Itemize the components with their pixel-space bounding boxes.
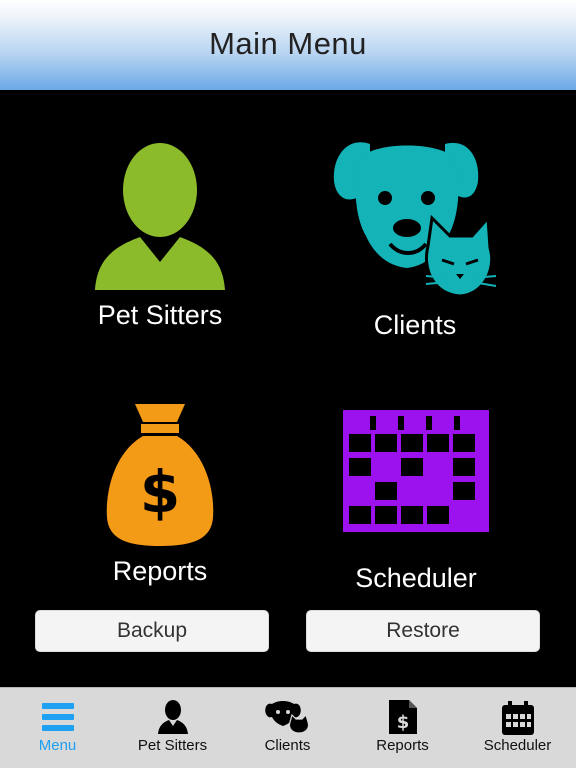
calendar-cell bbox=[453, 458, 475, 476]
calendar-ring bbox=[426, 416, 432, 430]
header-bar: Main Menu bbox=[0, 0, 576, 90]
tile-scheduler[interactable]: Scheduler bbox=[306, 410, 526, 594]
tab-clients[interactable]: Clients bbox=[230, 688, 345, 768]
tile-label: Reports bbox=[112, 556, 208, 586]
tab-label: Pet Sitters bbox=[137, 737, 208, 754]
tab-reports[interactable]: $ Reports bbox=[345, 688, 460, 768]
backup-button[interactable]: Backup bbox=[35, 610, 269, 652]
tile-label: Scheduler bbox=[355, 563, 477, 593]
calendar-cell bbox=[453, 434, 475, 452]
tab-menu[interactable]: Menu bbox=[0, 688, 115, 768]
tab-label: Menu bbox=[38, 737, 77, 754]
calendar-cell bbox=[375, 434, 397, 452]
tab-pet-sitters[interactable]: Pet Sitters bbox=[115, 688, 230, 768]
restore-button[interactable]: Restore bbox=[306, 610, 540, 652]
dog-cat-icon bbox=[333, 142, 497, 298]
calendar-cell bbox=[427, 434, 449, 452]
calendar-cell bbox=[375, 506, 397, 524]
svg-text:$: $ bbox=[140, 458, 180, 526]
calendar-grid-icon bbox=[343, 410, 489, 532]
person-icon bbox=[157, 700, 188, 734]
hamburger-icon bbox=[41, 703, 74, 731]
calendar-ring bbox=[370, 416, 376, 430]
svg-text:$: $ bbox=[396, 712, 409, 733]
calendar-ring bbox=[398, 416, 404, 430]
tab-label: Clients bbox=[264, 737, 311, 754]
calendar-cell bbox=[453, 482, 475, 500]
tab-label: Reports bbox=[376, 737, 429, 754]
calendar-cell bbox=[349, 506, 371, 524]
tile-clients[interactable]: Clients bbox=[305, 136, 525, 341]
calendar-cell bbox=[401, 434, 423, 452]
report-dollar-icon: $ bbox=[388, 700, 417, 734]
calendar-cell bbox=[401, 506, 423, 524]
tile-reports[interactable]: $ Reports bbox=[50, 400, 270, 587]
tile-label: Clients bbox=[373, 310, 457, 340]
tab-bar: Menu Pet Sitters Clients $ Reports Sched… bbox=[0, 687, 576, 768]
calendar-ring bbox=[454, 416, 460, 430]
main-menu-grid: Pet Sitters Clients $ Reports Scheduler … bbox=[0, 90, 576, 687]
page-title: Main Menu bbox=[209, 26, 367, 61]
tile-pet-sitters[interactable]: Pet Sitters bbox=[50, 142, 270, 331]
person-icon bbox=[95, 143, 225, 290]
dog-cat-icon bbox=[264, 701, 309, 734]
tab-label: Scheduler bbox=[483, 737, 552, 754]
calendar-cell bbox=[401, 458, 423, 476]
tile-label: Pet Sitters bbox=[97, 300, 223, 330]
money-bag-icon: $ bbox=[106, 404, 214, 546]
calendar-cell bbox=[427, 506, 449, 524]
calendar-cell bbox=[349, 458, 371, 476]
calendar-cell bbox=[375, 482, 397, 500]
calendar-icon bbox=[501, 701, 534, 735]
calendar-cell bbox=[349, 434, 371, 452]
tab-scheduler[interactable]: Scheduler bbox=[460, 688, 575, 768]
